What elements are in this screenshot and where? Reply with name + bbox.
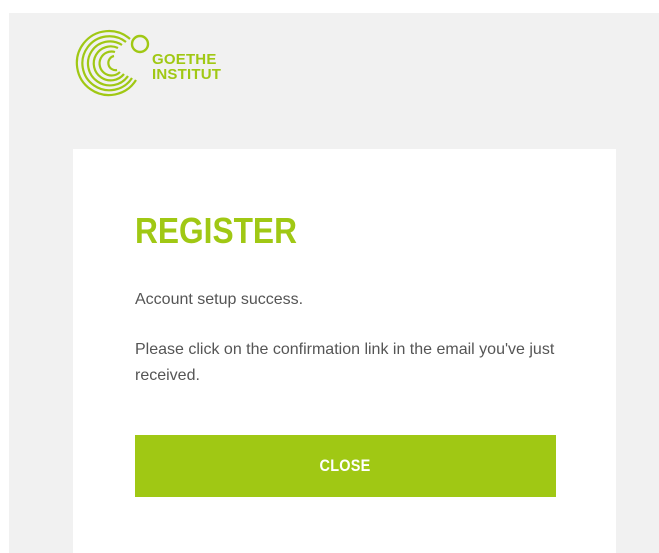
- brand-name-line2: INSTITUT: [152, 66, 222, 83]
- close-button-label: CLOSE: [319, 456, 372, 475]
- close-button[interactable]: CLOSE: [135, 435, 556, 497]
- brand-name-line1: GOETHE: [152, 51, 217, 68]
- success-message: Account setup success.: [135, 291, 304, 308]
- register-dialog: REGISTER Account setup success. Please c…: [73, 149, 616, 553]
- brand-name: GOETHE INSTITUT: [152, 52, 221, 82]
- confirmation-instruction: Please click on the confirmation link in…: [135, 341, 555, 384]
- goethe-circles-logo-icon: [75, 29, 150, 97]
- dialog-title: REGISTER: [135, 210, 297, 251]
- goethe-institut-logo[interactable]: GOETHE INSTITUT: [72, 25, 272, 105]
